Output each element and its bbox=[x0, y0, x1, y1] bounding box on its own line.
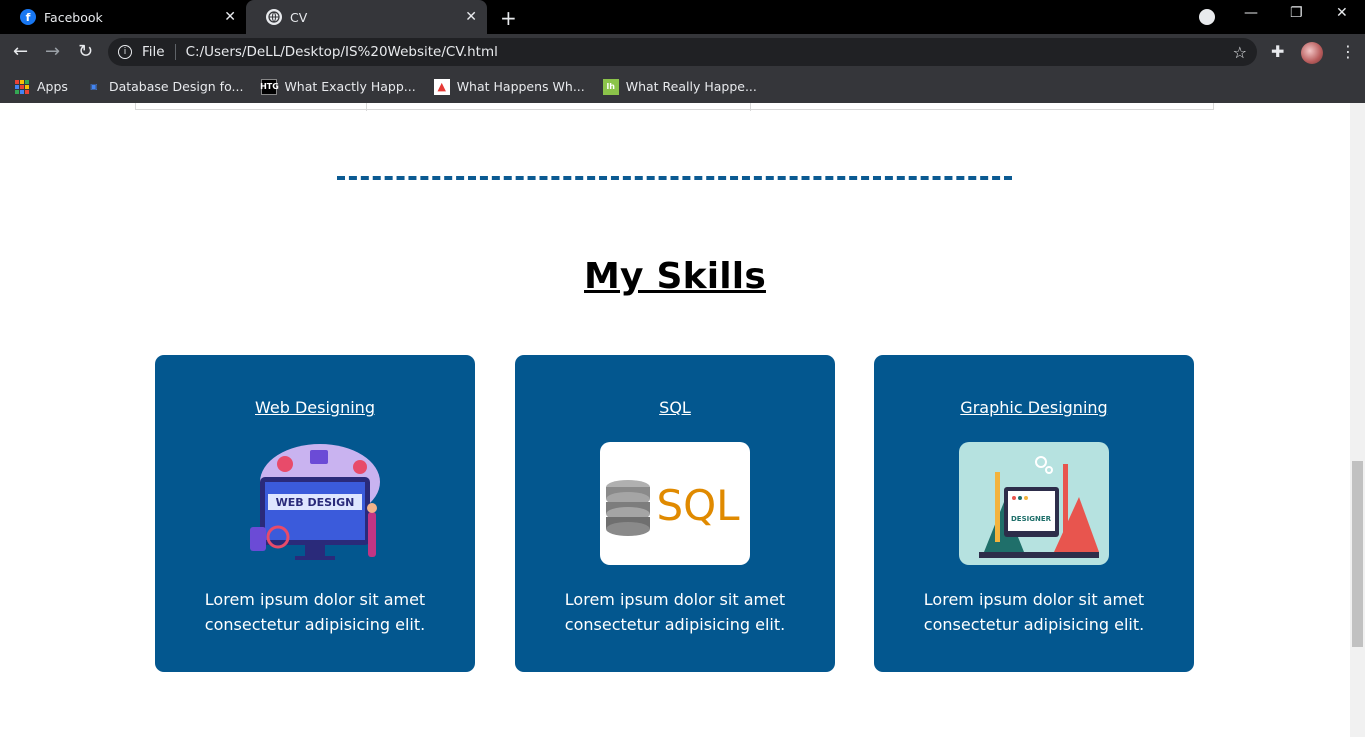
sql-logo-text: SQL bbox=[656, 481, 740, 530]
bookmark-label: What Happens Wh... bbox=[456, 79, 585, 94]
web-design-label: WEB DESIGN bbox=[276, 496, 355, 509]
table-remnant bbox=[135, 103, 1214, 111]
bookmark-apps[interactable]: Apps bbox=[15, 79, 68, 94]
database-icon: ▣ bbox=[90, 82, 98, 91]
skill-title[interactable]: Web Designing bbox=[155, 398, 475, 417]
menu-icon[interactable]: ⋮ bbox=[1340, 42, 1356, 61]
bookmark-label: Database Design fo... bbox=[108, 79, 244, 94]
scheme-label: File bbox=[142, 44, 165, 60]
globe-icon bbox=[266, 9, 282, 25]
site-info-icon[interactable]: i bbox=[118, 45, 132, 59]
bookmark-label: What Really Happe... bbox=[625, 79, 757, 94]
tab-title: CV bbox=[290, 9, 308, 25]
section-divider bbox=[337, 176, 1012, 180]
skill-title[interactable]: Graphic Designing bbox=[874, 398, 1194, 417]
address-bar[interactable]: i File C:/Users/DeLL/Desktop/IS%20Websit… bbox=[108, 38, 1257, 66]
tab-cv[interactable]: CV ✕ bbox=[246, 0, 487, 34]
profile-avatar[interactable] bbox=[1301, 42, 1323, 64]
page-viewport: My Skills Web Designing WEB DESIGN Lorem… bbox=[0, 103, 1350, 737]
window-close-icon[interactable]: ✕ bbox=[1336, 5, 1348, 21]
new-tab-icon[interactable]: + bbox=[500, 6, 517, 30]
back-icon[interactable]: ← bbox=[13, 41, 28, 62]
skill-description: Lorem ipsum dolor sit amet consectetur a… bbox=[204, 590, 426, 634]
bookmark-what-really[interactable]: lh What Really Happe... bbox=[602, 78, 757, 95]
facebook-icon: f bbox=[20, 9, 36, 25]
bookmark-label: What Exactly Happ... bbox=[284, 79, 416, 94]
reload-icon[interactable]: ↻ bbox=[78, 41, 93, 62]
tab-search-icon[interactable] bbox=[1199, 9, 1215, 25]
restore-icon[interactable]: ❐ bbox=[1290, 5, 1303, 21]
tab-facebook[interactable]: f Facebook ✕ bbox=[0, 0, 246, 34]
bookmark-what-happens[interactable]: ▲ What Happens Wh... bbox=[433, 78, 585, 95]
extensions-icon[interactable]: ✚ bbox=[1271, 42, 1284, 61]
skill-description: Lorem ipsum dolor sit amet consectetur a… bbox=[564, 590, 786, 634]
web-design-illustration: WEB DESIGN bbox=[240, 442, 390, 565]
forward-icon[interactable]: → bbox=[45, 41, 60, 62]
skill-description: Lorem ipsum dolor sit amet consectetur a… bbox=[923, 590, 1145, 634]
bookmark-database-design[interactable]: ▣ Database Design fo... bbox=[86, 79, 244, 95]
table-column-divider bbox=[750, 103, 751, 111]
triangle-site-icon: ▲ bbox=[433, 78, 450, 95]
designer-label: DESIGNER bbox=[1011, 515, 1052, 523]
close-tab-icon[interactable]: ✕ bbox=[224, 9, 236, 25]
bookmarks-bar: Apps ▣ Database Design fo... HTG What Ex… bbox=[0, 70, 1365, 103]
bookmark-what-exactly[interactable]: HTG What Exactly Happ... bbox=[260, 78, 416, 95]
table-column-divider bbox=[366, 103, 367, 111]
sql-logo: SQL bbox=[600, 442, 750, 565]
apps-icon bbox=[15, 79, 29, 94]
skill-title[interactable]: SQL bbox=[515, 398, 835, 417]
address-separator bbox=[174, 44, 176, 60]
minimize-icon[interactable]: — bbox=[1244, 5, 1258, 21]
skill-card-sql: SQL SQL Lorem ipsum dolor sit amet conse… bbox=[515, 355, 835, 672]
url-text[interactable]: C:/Users/DeLL/Desktop/IS%20Website/CV.ht… bbox=[186, 44, 498, 60]
browser-toolbar: ← → ↻ i File C:/Users/DeLL/Desktop/IS%20… bbox=[0, 34, 1365, 70]
bookmark-star-icon[interactable]: ☆ bbox=[1233, 43, 1247, 62]
vertical-scrollbar[interactable] bbox=[1350, 103, 1365, 737]
skill-card-graphic-designing: Graphic Designing DESIGNER Lorem ipsum d… bbox=[874, 355, 1194, 672]
close-tab-icon[interactable]: ✕ bbox=[465, 9, 477, 25]
tab-title: Facebook bbox=[44, 9, 103, 25]
page-title: My Skills bbox=[584, 256, 766, 297]
lh-icon: lh bbox=[602, 78, 619, 95]
bookmark-label: Apps bbox=[37, 79, 68, 94]
skill-card-web-designing: Web Designing WEB DESIGN Lorem ipsum dol… bbox=[155, 355, 475, 672]
htg-icon: HTG bbox=[260, 78, 279, 95]
graphic-design-illustration: DESIGNER bbox=[959, 442, 1109, 565]
scrollbar-thumb[interactable] bbox=[1352, 461, 1363, 647]
tab-strip: f Facebook ✕ CV ✕ + — ❐ ✕ bbox=[0, 0, 1365, 34]
